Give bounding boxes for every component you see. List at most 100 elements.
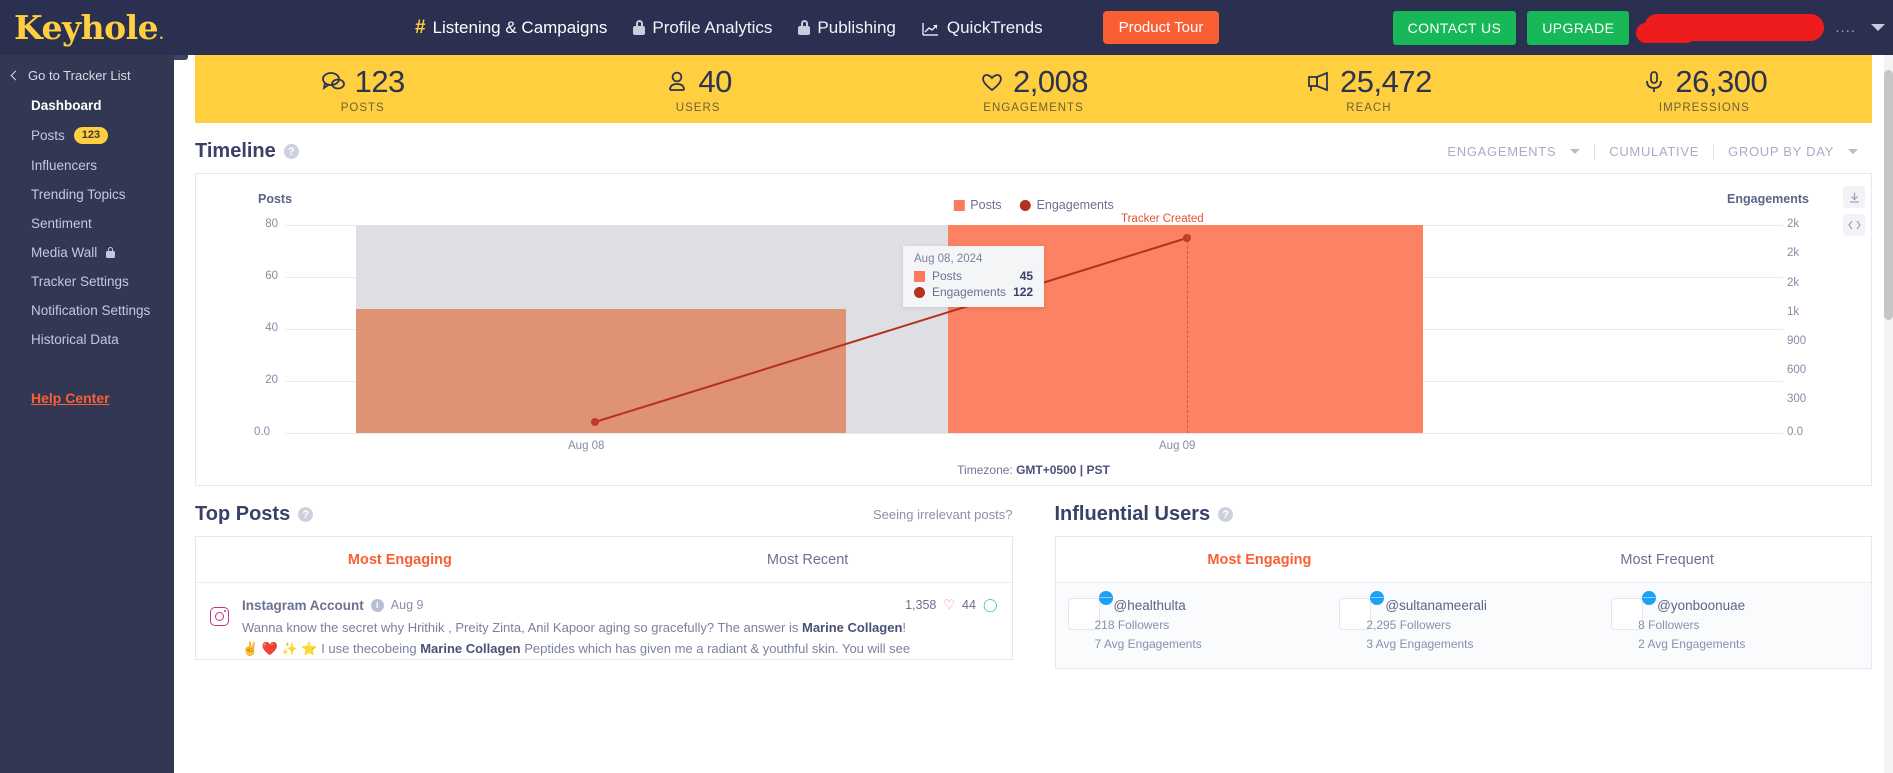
nav-link-listening-campaigns[interactable]: # Listening & Campaigns bbox=[415, 17, 607, 39]
tracker-created-annotation: Tracker Created bbox=[1121, 213, 1204, 225]
y-tick-right: 2k bbox=[1787, 277, 1800, 289]
tooltip-series-value: 45 bbox=[1019, 269, 1034, 283]
list-item[interactable]: ⸺ @sultanameerali 2,295 Followers 3 Avg … bbox=[1327, 583, 1599, 668]
sidebar-item-tracker-settings[interactable]: Tracker Settings bbox=[0, 267, 174, 296]
y-tick-right: 2k bbox=[1787, 218, 1800, 230]
post-author: Instagram Account bbox=[242, 597, 364, 613]
sidebar-item-notification-settings[interactable]: Notification Settings bbox=[0, 296, 174, 325]
sidebar-item-label: Influencers bbox=[31, 158, 98, 174]
sidebar-back-label: Go to Tracker List bbox=[28, 68, 131, 83]
metric-reach: 25,472 REACH bbox=[1201, 64, 1536, 114]
sidebar-item-dashboard[interactable]: Dashboard bbox=[0, 91, 174, 120]
post-date: Aug 9 bbox=[390, 598, 424, 612]
overflow-dots[interactable]: .... bbox=[1835, 19, 1856, 36]
influential-users-list: ⸺ @healthulta 218 Followers 7 Avg Engage… bbox=[1055, 583, 1871, 668]
metric-value: 123 bbox=[354, 64, 406, 99]
embed-code-icon[interactable] bbox=[1843, 214, 1865, 236]
list-item[interactable]: ⸺ @yonboonuae 8 Followers 2 Avg Engageme… bbox=[1599, 583, 1871, 668]
metric-select[interactable]: ENGAGEMENTS bbox=[1433, 144, 1594, 159]
post-like-count: 1,358 bbox=[905, 598, 937, 612]
metrics-summary-bar: 123 POSTS 40 USERS 2,008 ENGAGEMENTS 25,… bbox=[195, 55, 1872, 123]
seeing-irrelevant-posts-link[interactable]: Seeing irrelevant posts? bbox=[873, 507, 1012, 522]
tooltip-series-name: Posts bbox=[932, 269, 963, 283]
tooltip-row-posts: Posts 45 bbox=[914, 269, 1033, 283]
tab-most-recent[interactable]: Most Recent bbox=[604, 537, 1012, 582]
nav-link-quicktrends[interactable]: QuickTrends bbox=[922, 18, 1043, 38]
nav-link-profile-analytics[interactable]: Profile Analytics bbox=[633, 18, 772, 38]
chevron-down-icon[interactable] bbox=[1871, 24, 1885, 31]
sidebar-back-to-tracker-list[interactable]: Go to Tracker List bbox=[0, 60, 174, 91]
y-tick-left: 20 bbox=[265, 374, 278, 386]
help-question-icon[interactable]: ? bbox=[283, 144, 299, 159]
group-by-value: GROUP BY DAY bbox=[1728, 144, 1834, 159]
twitter-icon: ⸺ bbox=[1098, 590, 1113, 605]
trend-chart-icon bbox=[922, 21, 940, 36]
chart-legend: Posts Engagements bbox=[953, 198, 1114, 212]
nav-right-actions: CONTACT US UPGRADE .... bbox=[1392, 10, 1893, 45]
tab-most-frequent[interactable]: Most Frequent bbox=[1463, 537, 1871, 582]
help-center-link[interactable]: Help Center bbox=[0, 354, 110, 406]
megaphone-icon bbox=[1306, 69, 1332, 95]
sidebar-item-label: Notification Settings bbox=[31, 303, 151, 319]
page-title: Timeline bbox=[195, 140, 276, 162]
comments-icon bbox=[321, 69, 347, 95]
influential-users-header: Influential Users ? bbox=[1055, 503, 1873, 526]
legend-item-engagements[interactable]: Engagements bbox=[1019, 198, 1114, 212]
upgrade-button[interactable]: UPGRADE bbox=[1527, 10, 1630, 45]
contact-us-button[interactable]: CONTACT US bbox=[1392, 10, 1517, 45]
user-followers: 2,295 Followers bbox=[1366, 618, 1452, 632]
influential-users-title: Influential Users bbox=[1054, 503, 1211, 525]
twitter-icon: ⸺ bbox=[1642, 590, 1657, 605]
tooltip-date: Aug 08, 2024 bbox=[914, 253, 983, 265]
microphone-icon bbox=[1641, 69, 1667, 95]
chevron-down-icon bbox=[1848, 149, 1858, 154]
post-text-highlight: Marine Collagen bbox=[420, 640, 521, 656]
sidebar-item-sentiment[interactable]: Sentiment bbox=[0, 209, 174, 238]
data-point-aug-08[interactable] bbox=[591, 418, 599, 426]
twitter-icon: ⸺ bbox=[1370, 590, 1385, 605]
metric-select-value: ENGAGEMENTS bbox=[1447, 144, 1557, 159]
post-header: Instagram Account i Aug 9 1,358 ♡ 44 ◯ bbox=[242, 597, 1012, 613]
vertical-scrollbar-thumb[interactable] bbox=[1884, 70, 1893, 320]
download-icon[interactable] bbox=[1843, 186, 1865, 208]
y-tick-right: 0.0 bbox=[1787, 426, 1803, 438]
group-by-select[interactable]: GROUP BY DAY bbox=[1714, 144, 1872, 159]
post-list-item[interactable]: Instagram Account i Aug 9 1,358 ♡ 44 ◯ W… bbox=[196, 583, 1012, 659]
cumulative-label: CUMULATIVE bbox=[1609, 144, 1700, 159]
product-tour-button[interactable]: Product Tour bbox=[1102, 11, 1220, 44]
tab-most-engaging[interactable]: Most Engaging bbox=[1056, 537, 1464, 582]
metric-label: USERS bbox=[675, 102, 721, 114]
list-item[interactable]: ⸺ @healthulta 218 Followers 7 Avg Engage… bbox=[1056, 583, 1328, 668]
chevron-left-icon bbox=[10, 70, 21, 81]
top-posts-panel: Top Posts ? Seeing irrelevant posts? Mos… bbox=[174, 503, 1034, 669]
nav-link-label: Publishing bbox=[817, 17, 896, 37]
sidebar-item-historical-data[interactable]: Historical Data bbox=[0, 325, 174, 354]
instagram-icon bbox=[210, 607, 229, 626]
metric-label: IMPRESSIONS bbox=[1658, 102, 1750, 114]
legend-item-posts[interactable]: Posts bbox=[953, 198, 1002, 212]
gridline bbox=[286, 433, 1783, 434]
bottom-panels: Top Posts ? Seeing irrelevant posts? Mos… bbox=[174, 503, 1893, 669]
timeline-chart-card: Posts Engagements Posts Engagements 80 6… bbox=[195, 173, 1872, 486]
post-text-part: Peptides which has given me a radiant & … bbox=[520, 640, 911, 656]
sidebar-item-media-wall[interactable]: Media Wall bbox=[0, 238, 174, 267]
metric-value: 40 bbox=[698, 64, 732, 99]
x-tick-label: Aug 09 bbox=[1159, 440, 1196, 452]
post-text-part: ✌️ ❤️ ✨ ⭐ I use thecobeing bbox=[242, 640, 421, 656]
keyhole-logo[interactable]: Keyhole. bbox=[0, 8, 205, 47]
cumulative-toggle[interactable]: CUMULATIVE bbox=[1595, 144, 1713, 159]
bar-aug-08[interactable] bbox=[356, 309, 846, 433]
help-question-icon[interactable]: ? bbox=[298, 507, 314, 522]
tab-most-engaging[interactable]: Most Engaging bbox=[196, 537, 604, 582]
timezone-note: Timezone: GMT+0500 | PST bbox=[196, 463, 1871, 477]
help-question-icon[interactable]: ? bbox=[1218, 507, 1234, 522]
timezone-label: Timezone: bbox=[957, 463, 1017, 477]
sidebar-item-trending-topics[interactable]: Trending Topics bbox=[0, 180, 174, 209]
sidebar-item-influencers[interactable]: Influencers bbox=[0, 151, 174, 180]
sidebar-item-label: Tracker Settings bbox=[31, 274, 129, 290]
legend-label: Engagements bbox=[1036, 198, 1114, 212]
nav-link-publishing[interactable]: Publishing bbox=[798, 17, 896, 38]
sidebar-item-posts[interactable]: Posts 123 bbox=[0, 120, 174, 151]
info-icon[interactable]: i bbox=[370, 598, 384, 612]
y-tick-left: 60 bbox=[265, 270, 278, 282]
